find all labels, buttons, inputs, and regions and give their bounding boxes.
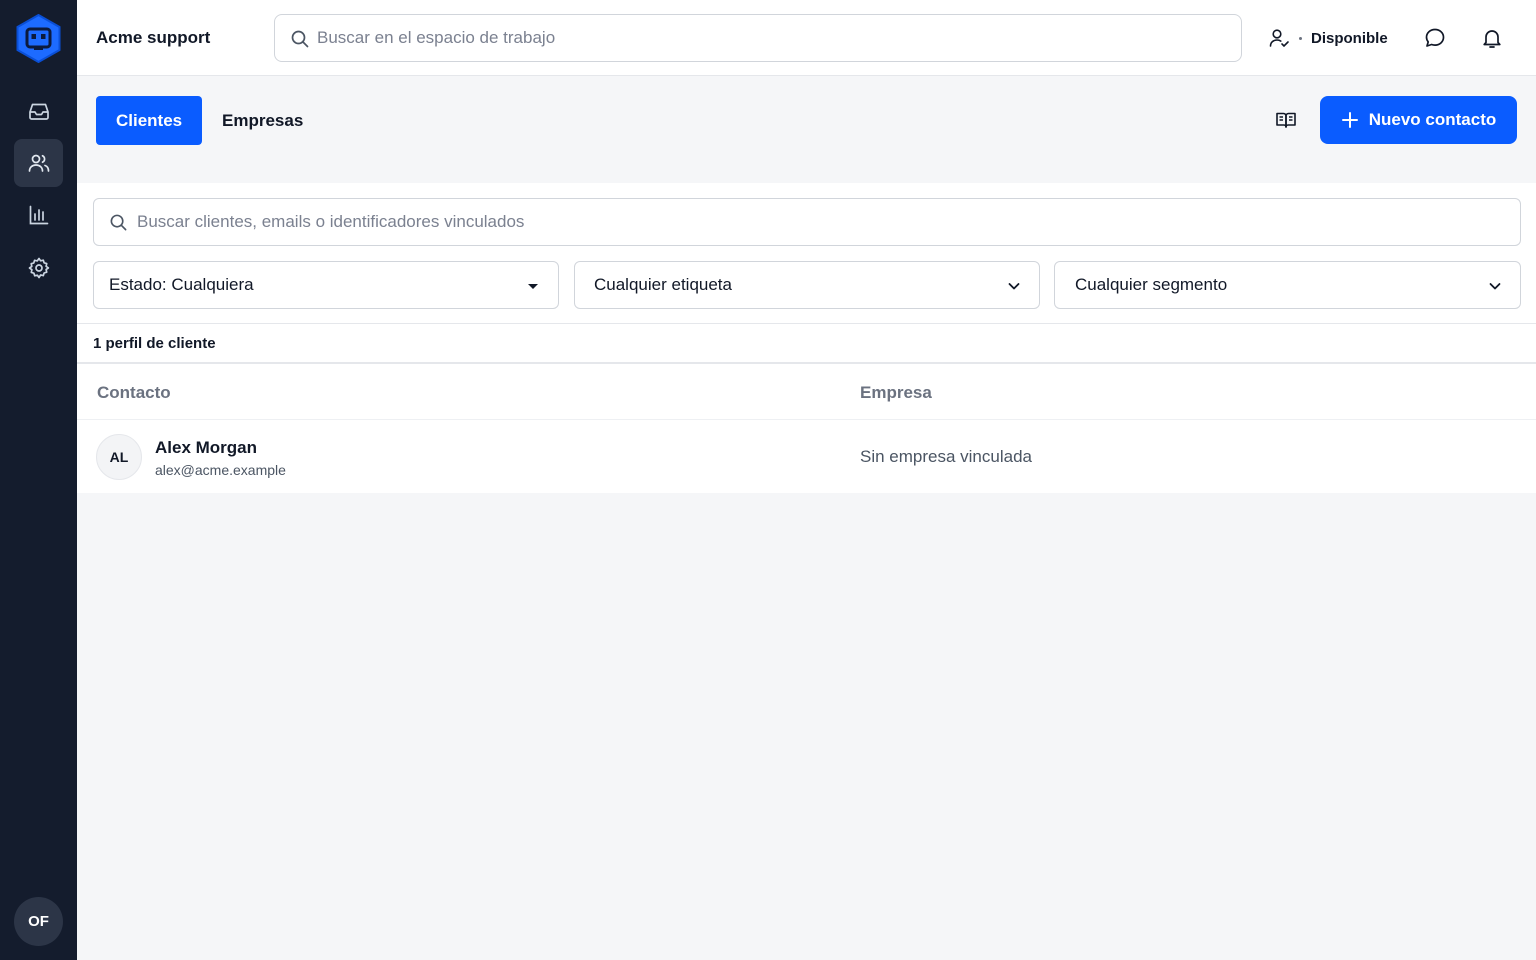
sidebar-rail: OF (0, 0, 77, 960)
tag-filter-value: Cualquier etiqueta (594, 275, 732, 294)
tab-empresas[interactable]: Empresas (202, 96, 323, 145)
availability-status[interactable]: Disponible (1268, 27, 1388, 49)
plus-icon (1341, 112, 1358, 128)
segment-filter-value: Cualquier segmento (1075, 275, 1228, 294)
bell-icon[interactable] (1480, 26, 1504, 50)
tab-clientes[interactable]: Clientes (96, 96, 203, 145)
nav-inbox[interactable] (14, 87, 63, 135)
table-row[interactable]: AL Alex Morgan alex@acme.example Sin emp… (77, 419, 1536, 493)
app-logo[interactable] (16, 13, 61, 64)
top-bar: Acme support Disponible (77, 0, 1536, 76)
global-search-input[interactable] (317, 15, 1217, 61)
new-contact-label: Nuevo contacto (1368, 110, 1497, 129)
contacts-search[interactable] (93, 198, 1521, 246)
users-icon (28, 154, 49, 172)
nav-settings[interactable] (14, 244, 63, 292)
nav-contacts[interactable] (14, 139, 63, 187)
segment-filter[interactable]: Cualquier segmento (1054, 261, 1521, 309)
contact-name[interactable]: Alex Morgan (155, 438, 257, 458)
inbox-icon (28, 103, 49, 120)
caret-down-icon (528, 284, 538, 289)
status-filter-value: Estado: Cualquiera (109, 275, 254, 294)
contact-initials: AL (109, 449, 129, 465)
status-label: Disponible (1311, 29, 1388, 47)
chevron-down-icon (1489, 283, 1501, 290)
contact-company: Sin empresa vinculada (860, 447, 1032, 466)
contact-avatar: AL (96, 434, 142, 480)
global-search[interactable] (274, 14, 1242, 62)
search-icon (110, 214, 127, 231)
status-separator (1299, 36, 1302, 40)
chat-icon[interactable] (1423, 26, 1447, 50)
workspace-name[interactable]: Acme support (96, 28, 210, 48)
column-header-empresa[interactable]: Empresa (860, 383, 932, 403)
contacts-search-input[interactable] (137, 199, 1507, 245)
nav-reports[interactable] (14, 191, 63, 239)
logo-icon (16, 13, 61, 64)
status-filter[interactable]: Estado: Cualquiera (93, 261, 559, 309)
column-header-contacto[interactable]: Contacto (97, 383, 171, 403)
user-avatar[interactable]: OF (14, 897, 63, 946)
contacts-panel: Estado: Cualquiera Cualquier etiqueta Cu… (77, 183, 1536, 493)
book-icon[interactable] (1274, 108, 1298, 132)
results-summary: 1 perfil de cliente (77, 323, 1536, 364)
user-avatar-initials: OF (28, 913, 49, 930)
chart-icon (29, 205, 48, 225)
user-check-icon (1269, 29, 1289, 48)
search-icon (291, 30, 309, 48)
new-contact-button[interactable]: Nuevo contacto (1320, 96, 1517, 144)
chevron-down-icon (1008, 283, 1020, 290)
tag-filter[interactable]: Cualquier etiqueta (574, 261, 1040, 309)
gear-icon (28, 257, 49, 279)
contact-email: alex@acme.example (155, 462, 286, 478)
result-count: 1 perfil de cliente (93, 335, 216, 352)
